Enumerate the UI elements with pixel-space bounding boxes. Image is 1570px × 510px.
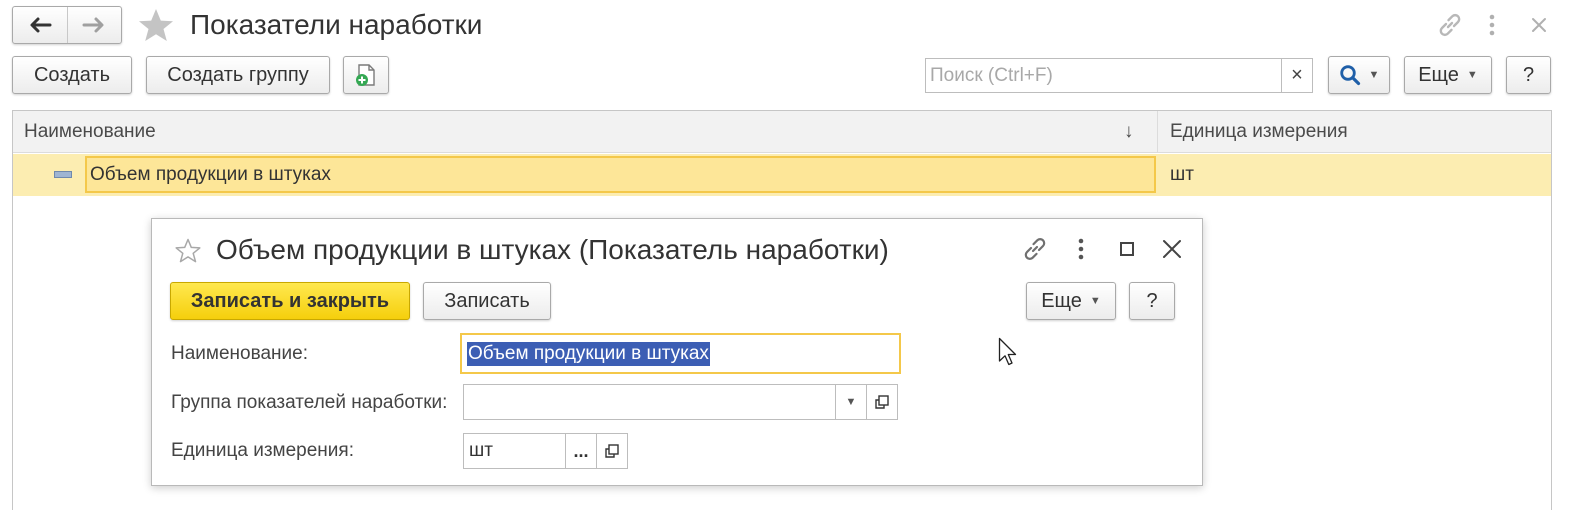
page-title: Показатели наработки: [190, 9, 483, 40]
more-vertical-icon: [1078, 238, 1084, 260]
chevron-down-icon: ▼: [1368, 69, 1380, 81]
copy-link-button[interactable]: [1021, 235, 1049, 263]
more-button[interactable]: Еще ▼: [1404, 56, 1492, 94]
chevron-down-icon: ▼: [845, 396, 857, 408]
window-close-button[interactable]: [1527, 13, 1551, 37]
column-header-name[interactable]: Наименование: [24, 111, 156, 153]
dialog-title: Объем продукции в штуках (Показатель нар…: [216, 234, 889, 265]
window-menu-button[interactable]: [1484, 11, 1500, 39]
unit-open-button[interactable]: [596, 434, 627, 468]
navigation-buttons: [12, 6, 122, 44]
name-label: Наименование:: [171, 343, 308, 364]
back-button[interactable]: [13, 7, 67, 43]
create-button[interactable]: Создать: [12, 56, 132, 94]
search-input[interactable]: [926, 59, 1281, 92]
group-select-value: [464, 385, 835, 419]
search-icon: [1339, 65, 1360, 86]
column-header-unit[interactable]: Единица измерения: [1170, 111, 1348, 153]
help-button-label: ?: [1522, 63, 1535, 86]
save-button[interactable]: Записать: [423, 282, 551, 320]
column-divider[interactable]: [1157, 111, 1158, 153]
open-form-icon: [605, 444, 619, 458]
create-group-button[interactable]: Создать группу: [146, 56, 330, 94]
favorite-star-button[interactable]: [174, 237, 202, 265]
item-marker-icon: [54, 171, 72, 178]
star-icon: [175, 238, 201, 263]
link-icon: [1024, 238, 1046, 260]
column-header-label: Единица измерения: [1170, 121, 1348, 142]
group-select[interactable]: ▼: [463, 384, 898, 420]
unit-choose-button[interactable]: ...: [565, 434, 596, 468]
name-input[interactable]: Объем продукции в штуках: [460, 333, 901, 374]
star-icon: [139, 9, 173, 41]
group-label: Группа показателей наработки:: [171, 392, 448, 413]
unit-select[interactable]: шт ...: [463, 433, 628, 469]
table-row[interactable]: Объем продукции в штуках шт: [13, 154, 1551, 196]
more-button-label: Еще: [1041, 289, 1082, 312]
close-icon: ×: [1291, 64, 1303, 86]
help-button[interactable]: ?: [1506, 56, 1551, 94]
maximize-button[interactable]: [1116, 238, 1138, 260]
arrow-right-icon: [82, 17, 104, 33]
search-clear-button[interactable]: ×: [1281, 59, 1312, 92]
more-button-label: Еще: [1418, 63, 1459, 86]
mouse-cursor-icon: [998, 337, 1020, 369]
copy-link-button[interactable]: [1436, 11, 1464, 39]
name-input-value: Объем продукции в штуках: [467, 341, 710, 366]
item-dialog: Объем продукции в штуках (Показатель нар…: [151, 218, 1203, 486]
link-icon: [1439, 13, 1461, 37]
close-icon: [1532, 18, 1546, 32]
arrow-left-icon: [30, 17, 52, 33]
table-cell-unit[interactable]: шт: [1170, 154, 1194, 196]
group-dropdown-button[interactable]: ▼: [835, 385, 866, 419]
group-open-button[interactable]: [866, 385, 897, 419]
unit-select-value: шт: [469, 440, 493, 461]
maximize-icon: [1120, 242, 1134, 256]
search-button[interactable]: ▼: [1328, 56, 1390, 94]
help-button-label: ?: [1146, 289, 1158, 312]
dialog-menu-button[interactable]: [1073, 235, 1089, 263]
create-button-label: Создать: [33, 63, 110, 86]
add-document-icon: [356, 64, 375, 86]
ellipsis-icon: ...: [573, 440, 589, 461]
save-label: Записать: [444, 289, 530, 312]
table-header: Наименование ↓ Единица измерения: [13, 111, 1551, 153]
create-group-button-label: Создать группу: [167, 63, 309, 86]
dialog-close-button[interactable]: [1160, 237, 1184, 261]
save-and-close-label: Записать и закрыть: [190, 289, 390, 312]
more-vertical-icon: [1489, 14, 1495, 36]
favorite-star-button[interactable]: [136, 6, 176, 46]
chevron-down-icon: ▼: [1089, 295, 1101, 307]
column-header-label: Наименование: [24, 121, 156, 142]
chevron-down-icon: ▼: [1466, 69, 1478, 81]
open-form-icon: [875, 395, 889, 409]
help-button[interactable]: ?: [1129, 282, 1175, 320]
search-field: ×: [925, 58, 1313, 93]
sort-indicator[interactable]: ↓: [1124, 111, 1134, 153]
add-document-button[interactable]: [343, 56, 389, 94]
more-button[interactable]: Еще ▼: [1026, 282, 1116, 320]
table-cell-name[interactable]: Объем продукции в штуках: [85, 156, 1156, 193]
unit-label: Единица измерения:: [171, 440, 354, 461]
close-icon: [1163, 240, 1181, 258]
forward-button[interactable]: [66, 7, 122, 43]
save-and-close-button[interactable]: Записать и закрыть: [170, 282, 410, 320]
